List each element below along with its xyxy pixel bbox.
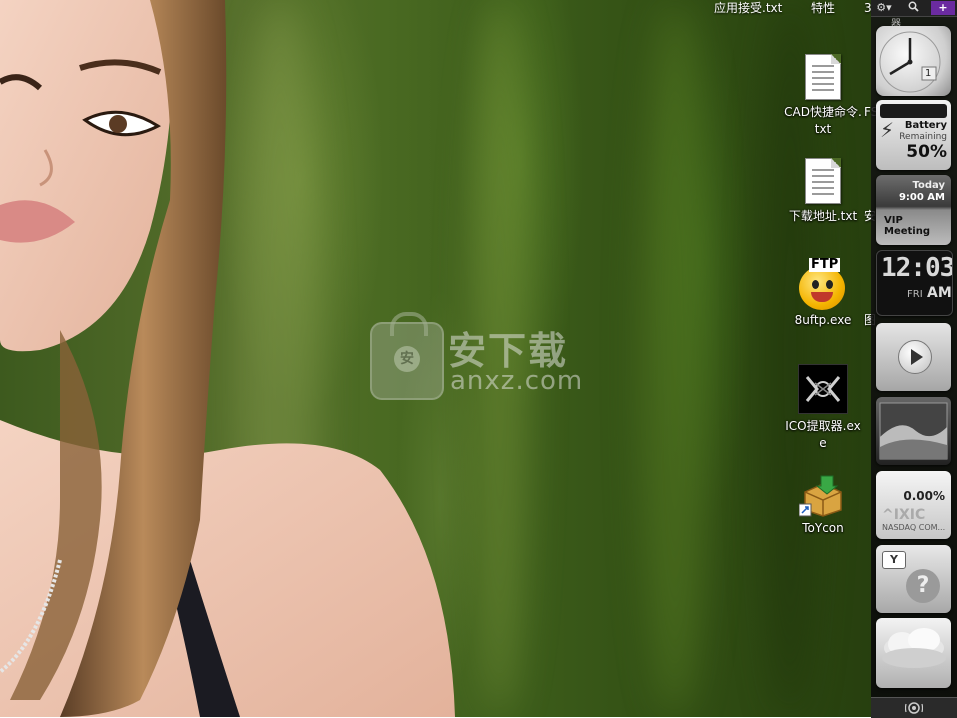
calendar-event: VIP Meeting (884, 215, 931, 237)
search-icon[interactable] (905, 1, 921, 15)
digital-clock-gadget[interactable]: 12:03 FRI AM (876, 250, 953, 316)
desktop-icon-label: 8uftp.exe (794, 313, 852, 327)
digital-clock-weekday: FRI (907, 289, 923, 300)
digital-clock-ampm: AM (927, 285, 952, 301)
ftp-badge: FTP (809, 257, 841, 272)
gadget-sidebar: ⚙▾ + 器 1 ⚡ Battery Remaining 50% Today 9… (871, 0, 957, 718)
calendar-time: 9:00 AM (898, 192, 945, 203)
lightning-icon: ⚡ (880, 118, 895, 142)
ico-extractor-icon (798, 364, 848, 414)
add-gadget-button[interactable]: + (931, 1, 955, 15)
digital-clock-time: 12:03 (881, 253, 953, 283)
stock-name: NASDAQ COM... (882, 523, 946, 532)
text-file-icon (805, 54, 841, 100)
sidebar-toolbar: ⚙▾ + (871, 0, 957, 17)
desktop-icon-label: ToYcon (802, 521, 844, 535)
desktop-icon-toycon[interactable]: ToYcon (784, 472, 862, 537)
weather-gadget[interactable] (876, 618, 951, 688)
yahoo-logo: Y (882, 551, 906, 569)
clock-gadget[interactable]: 1 (876, 26, 951, 96)
photo-thumbnail (879, 402, 948, 460)
anxz-watermark: 安 安下载 anxz.com (370, 312, 590, 400)
desktop-icon-label-top-1[interactable]: 应用接受.txt (714, 0, 782, 16)
clock-date: 1 (925, 68, 932, 79)
stock-gadget[interactable]: 0.00% ^IXIC NASDAQ COM... (876, 471, 951, 539)
feed-gadget[interactable]: Y ? (876, 545, 951, 613)
desktop-icon-ico-extractor[interactable]: ICO提取器.exe (784, 364, 862, 452)
desktop-icon-download-address[interactable]: 下载地址.txt (784, 158, 862, 225)
desktop-icon-cad-shortcuts[interactable]: CAD快捷命令.txt (784, 54, 862, 138)
watermark-logo-char: 安 (394, 346, 420, 372)
desktop-icon-label: CAD快捷命令.txt (784, 105, 862, 136)
text-file-icon (805, 158, 841, 204)
play-icon (911, 349, 923, 365)
stock-symbol: ^IXIC (882, 507, 926, 523)
question-icon: ? (906, 569, 940, 603)
desktop-icon-label: 下载地址.txt (788, 209, 858, 223)
calendar-gadget[interactable]: Today 9:00 AM VIP Meeting (876, 175, 951, 245)
media-player-gadget[interactable] (876, 323, 951, 391)
package-box-shortcut-icon (798, 472, 847, 518)
feedback-icon[interactable] (905, 701, 923, 715)
desktop-icon-label: ICO提取器.exe (785, 419, 861, 450)
battery-gadget[interactable]: ⚡ Battery Remaining 50% (876, 100, 951, 170)
play-button[interactable] (898, 340, 932, 374)
calendar-day: Today (912, 180, 945, 191)
sidebar-bottom-bar (871, 697, 957, 718)
battery-title: Battery (904, 120, 947, 131)
slideshow-gadget[interactable] (876, 397, 951, 465)
battery-percent: 50% (906, 142, 947, 162)
analog-clock-face (879, 31, 941, 93)
stock-change: 0.00% (903, 489, 945, 503)
battery-subtitle: Remaining (899, 132, 947, 142)
gear-icon[interactable]: ⚙▾ (875, 1, 893, 15)
watermark-bag-logo: 安 (370, 312, 444, 400)
watermark-en-text: anxz.com (450, 366, 584, 396)
desktop-icon-label-top-2[interactable]: 特性 (811, 0, 835, 16)
desktop-icon-8uftp[interactable]: FTP 8uftp.exe (784, 258, 862, 329)
cloud-icon (882, 628, 946, 668)
ftp-smiley-icon: FTP (797, 258, 849, 310)
